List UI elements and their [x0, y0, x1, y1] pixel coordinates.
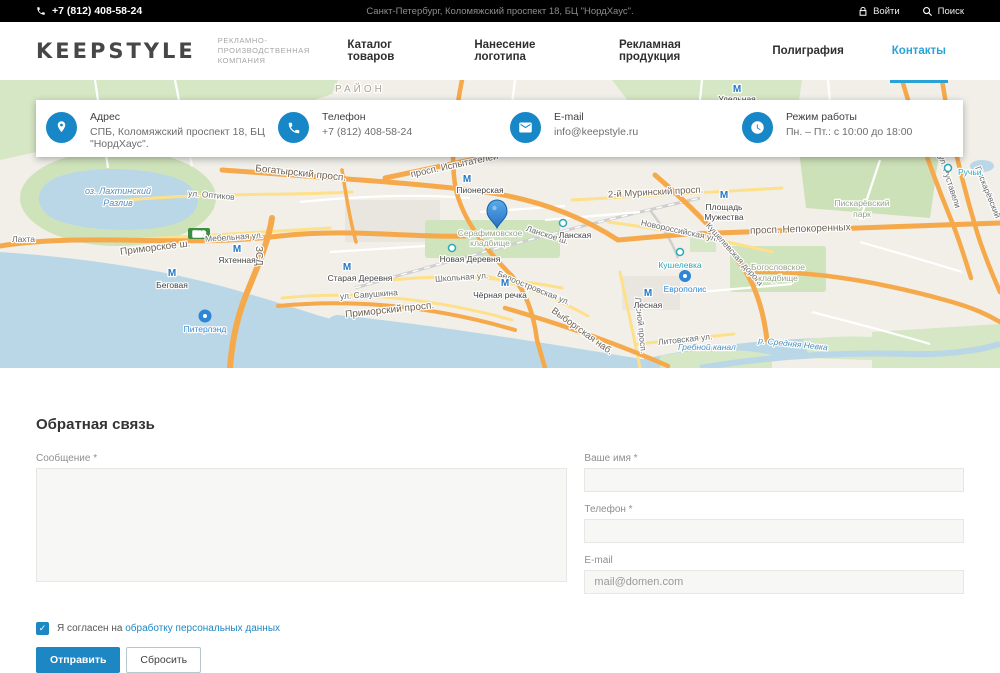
contact-hours-value: Пн. – Пт.: с 10:00 до 18:00 — [786, 126, 912, 138]
map-label-grebnoy: Гребной канал — [678, 342, 736, 352]
message-label: Сообщение * — [36, 453, 567, 464]
metro-icon-pionerskaya: М — [463, 174, 471, 185]
topbar-phone-number: +7 (812) 408-58-24 — [52, 5, 142, 17]
map-station-chernaya-rechka: Чёрная речка — [473, 290, 527, 300]
contact-address-title: Адрес — [90, 111, 268, 123]
phone-icon — [278, 112, 309, 143]
lock-icon — [858, 6, 868, 17]
rail-icon-lanskaya — [560, 220, 567, 227]
submit-button[interactable]: Отправить — [36, 647, 120, 673]
main-nav: Каталог товаров Нанесение логотипа Рекла… — [347, 22, 946, 80]
map-station-lanskaya: Ланская — [559, 230, 592, 240]
map-station-ploshchad-2: Мужества — [704, 212, 743, 222]
email-icon — [510, 112, 541, 143]
poi-icon-piterland-dot — [203, 314, 207, 318]
reset-button[interactable]: Сбросить — [126, 647, 201, 673]
nav-item-logo-print[interactable]: Нанесение логотипа — [474, 22, 571, 80]
topbar: +7 (812) 408-58-24 Санкт-Петербург, Коло… — [0, 0, 1000, 22]
contact-email-title: E-mail — [554, 111, 638, 123]
map-label-lake-1: оз. Лахтинский — [85, 186, 151, 196]
map-label-serafimovskoe-1: Серафимовское — [458, 228, 523, 238]
map-label-lakhta: Лахта — [12, 234, 35, 244]
name-label: Ваше имя * — [584, 453, 964, 464]
map-label-piskarevsky-park-1: Пискарёвский — [834, 198, 889, 208]
metro-icon-chernaya-rechka: М — [501, 278, 509, 289]
metro-icon-lesnaya: М — [644, 288, 652, 299]
consent-row: Я согласен на обработку персональных дан… — [36, 622, 964, 635]
map-label-lake-2: Разлив — [103, 198, 133, 208]
map-poi-europolis: Европолис — [664, 284, 707, 294]
map-station-lesnaya: Лесная — [634, 300, 663, 310]
metro-icon-staraya-derevnya: М — [343, 262, 351, 273]
name-input[interactable] — [584, 468, 964, 492]
site-header: KEEPSTYLE РЕКЛАМНО-ПРОИЗВОДСТВЕННАЯ КОМП… — [0, 22, 1000, 80]
search-icon — [922, 6, 933, 17]
rail-icon-kushelevka — [677, 249, 684, 256]
nav-item-polygraphy[interactable]: Полиграфия — [772, 22, 843, 80]
map-station-yakhtennaya: Яхтенная — [218, 255, 256, 265]
map[interactable]: Е18 РАЙОН оз. Лахтинский Разлив Лахта Пр… — [0, 80, 1000, 368]
map-station-staraya-derevnya: Старая Деревня — [328, 273, 393, 283]
consent-link[interactable]: обработку персональных данных — [125, 623, 280, 634]
contact-email-value: info@keepstyle.ru — [554, 126, 638, 138]
metro-icon-ploshchad-muzhestva: М — [720, 190, 728, 201]
contact-phone-value: +7 (812) 408-58-24 — [322, 126, 412, 138]
route-shield-label: Е18 — [193, 232, 206, 239]
nav-item-promo[interactable]: Рекламная продукция — [619, 22, 724, 80]
message-input[interactable] — [36, 468, 567, 582]
login-label: Войти — [873, 6, 900, 17]
company-tagline: РЕКЛАМНО-ПРОИЗВОДСТВЕННАЯ КОМПАНИЯ — [218, 36, 348, 66]
page-title: Обратная связь — [36, 416, 964, 433]
consent-checkbox[interactable] — [36, 622, 49, 635]
search-label: Поиск — [938, 6, 964, 17]
phone-icon — [36, 6, 46, 16]
feedback-section: Обратная связь Сообщение * Ваше имя * Те… — [0, 368, 1000, 673]
phone-label: Телефон * — [584, 504, 964, 515]
consent-text: Я согласен на обработку персональных дан… — [57, 623, 280, 634]
metro-icon-begovaya: М — [168, 268, 176, 279]
poi-icon-europolis-dot — [683, 274, 687, 278]
metro-icon-yakhtennaya: М — [233, 244, 241, 255]
contact-hours-title: Режим работы — [786, 111, 912, 123]
consent-prefix: Я согласен на — [57, 623, 125, 634]
clock-icon — [742, 112, 773, 143]
location-pin-icon — [46, 112, 77, 143]
contact-info-address: Адрес СПБ, Коломяжский проспект 18, БЦ "… — [36, 100, 268, 157]
map-station-ruchyi: Ручьи — [958, 167, 982, 177]
rail-icon-novaya-derevnya — [449, 245, 456, 252]
contact-phone-title: Телефон — [322, 111, 412, 123]
map-label-serafimovskoe-2: кладбище — [470, 238, 510, 248]
logo[interactable]: KEEPSTYLE — [36, 39, 196, 63]
rail-icon-ruchyi — [945, 165, 952, 172]
map-station-ploshchad-1: Площадь — [705, 202, 743, 212]
map-poi-piterland: Питерлэнд — [184, 324, 227, 334]
tagline-line2: КОМПАНИЯ — [218, 56, 348, 66]
topbar-phone-link[interactable]: +7 (812) 408-58-24 — [36, 5, 142, 17]
contact-info-card: Адрес СПБ, Коломяжский проспект 18, БЦ "… — [36, 100, 963, 157]
contact-address-value: СПБ, Коломяжский проспект 18, БЦ "НордХа… — [90, 126, 268, 150]
map-station-pionerskaya: Пионерская — [456, 185, 504, 195]
nav-item-contacts[interactable]: Контакты — [892, 22, 946, 80]
map-label-bogoslovskoe-1: Богословское — [751, 262, 805, 272]
tagline-line1: РЕКЛАМНО-ПРОИЗВОДСТВЕННАЯ — [218, 36, 348, 56]
map-label-district: РАЙОН — [335, 82, 385, 95]
map-label-piskarevsky-park-2: парк — [853, 209, 871, 219]
contact-info-email: E-mail info@keepstyle.ru — [500, 100, 732, 157]
map-station-begovaya: Беговая — [156, 280, 188, 290]
map-label-bogoslovskoe-2: кладбище — [758, 273, 798, 283]
email-input[interactable] — [584, 570, 964, 594]
login-link[interactable]: Войти — [858, 6, 900, 17]
email-label: E-mail — [584, 555, 964, 566]
search-link[interactable]: Поиск — [922, 6, 964, 17]
map-station-kushelevka: Кушелевка — [658, 260, 702, 270]
contact-info-phone: Телефон +7 (812) 408-58-24 — [268, 100, 500, 157]
nav-item-catalog[interactable]: Каталог товаров — [347, 22, 426, 80]
topbar-address: Санкт-Петербург, Коломяжский проспект 18… — [0, 6, 1000, 17]
phone-input[interactable] — [584, 519, 964, 543]
map-station-novaya-derevnya: Новая Деревня — [440, 254, 501, 264]
contact-info-hours: Режим работы Пн. – Пт.: с 10:00 до 18:00 — [732, 100, 964, 157]
